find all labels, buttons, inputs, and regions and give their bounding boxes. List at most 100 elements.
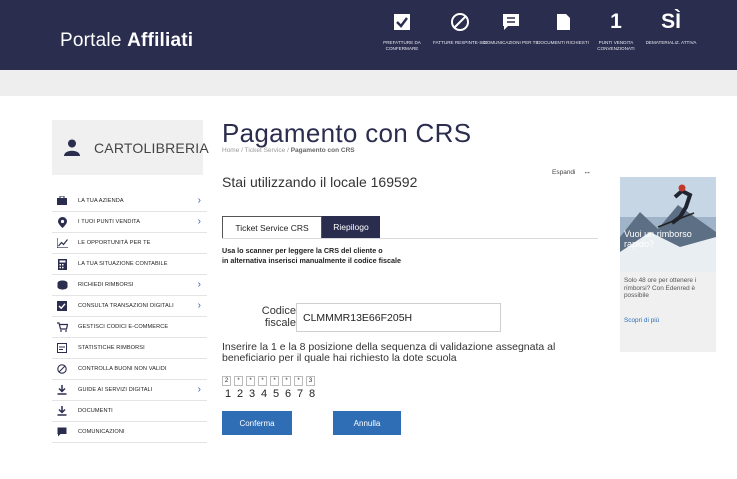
validation-digit-masked: * [246, 376, 255, 386]
top-header: Portale Affiliati PREFATTURE DA CONFERMA… [0, 0, 737, 70]
prohibited-icon [56, 363, 68, 375]
promo-overlay-text: Vuoi un rimborso rapido? [624, 229, 692, 249]
validation-digit-input[interactable]: 3 [306, 376, 315, 386]
instruction-line: Usa lo scanner per leggere la CRS del cl… [222, 246, 383, 255]
sidebar-item-comunicazioni[interactable]: COMUNICAZIONI [52, 422, 207, 443]
expand-toggle[interactable]: Espandi ↔ [552, 167, 591, 176]
page-title: Pagamento con CRS [222, 118, 472, 148]
promo-link[interactable]: Scopri di più [624, 317, 659, 324]
sidebar-item-label: GUIDE AI SERVIZI DIGITALI [78, 387, 153, 393]
coins-icon [56, 279, 68, 291]
skier-image [620, 177, 716, 272]
promo-body-text: Solo 48 ore per ottenere i rimborsi? Con… [624, 277, 697, 299]
nav-label: DEMATERIALIZ. ATTIVA [645, 40, 697, 45]
sidebar-item-la-tua-azienda[interactable]: LA TUA AZIENDA › [52, 191, 207, 212]
nav-label: COMUNICAZIONI PER TE [483, 40, 539, 45]
chevron-right-icon: › [197, 216, 201, 227]
briefcase-icon [56, 195, 68, 207]
sidebar-item-richiedi-rimborsi[interactable]: RICHIEDI RIMBORSI › [52, 275, 207, 296]
breadcrumb-separator: / [287, 147, 289, 154]
sidebar-item-documenti[interactable]: DOCUMENTI [52, 401, 207, 422]
sidebar-item-label: CONTROLLA BUONI NON VALIDI [78, 366, 167, 372]
download-icon [56, 405, 68, 417]
locale-info: Stai utilizzando il locale 169592 [222, 174, 418, 190]
breadcrumb-ticket-service[interactable]: Ticket Service [245, 147, 286, 154]
sidebar-item-opportunita[interactable]: LE OPPORTUNITÀ PER TE [52, 233, 207, 254]
sidebar-item-transazioni-digitali[interactable]: CONSULTA TRANSAZIONI DIGITALI › [52, 296, 207, 317]
nav-label: DOCUMENTI RICHIESTI [537, 40, 589, 45]
scanner-instruction: Usa lo scanner per leggere la CRS del cl… [222, 246, 401, 266]
confirm-button[interactable]: Conferma [222, 411, 292, 435]
message-icon [502, 8, 520, 36]
calculator-icon [56, 258, 68, 270]
validation-digit-masked: * [234, 376, 243, 386]
document-icon [556, 8, 571, 36]
check-square-icon [56, 300, 68, 312]
validation-digit-input[interactable]: 2 [222, 376, 231, 386]
sidebar-item-punti-vendita[interactable]: I TUOI PUNTI VENDITA › [52, 212, 207, 233]
nav-comunicazioni[interactable]: COMUNICAZIONI PER TE [481, 8, 541, 46]
position-number: 8 [308, 388, 316, 400]
cancel-button[interactable]: Annulla [333, 411, 401, 435]
account-name: CARTOLIBRERIA [94, 139, 209, 156]
stats-icon [56, 342, 68, 354]
sidebar-item-label: STATISTICHE RIMBORSI [78, 345, 145, 351]
breadcrumb-home[interactable]: Home [222, 147, 239, 154]
codice-label-line: fiscale [264, 317, 296, 329]
sidebar-item-label: GESTISCI CODICI E-COMMERCE [78, 324, 169, 330]
position-number: 6 [284, 388, 292, 400]
sidebar-item-statistiche-rimborsi[interactable]: STATISTICHE RIMBORSI [52, 338, 207, 359]
position-number: 5 [272, 388, 280, 400]
nav-prefatture[interactable]: PREFATTURE DA CONFERMARE [372, 8, 432, 52]
sidebar-item-label: RICHIEDI RIMBORSI [78, 282, 134, 288]
sidebar-item-label: LA TUA AZIENDA [78, 198, 124, 204]
position-number: 7 [296, 388, 304, 400]
promo-card[interactable]: Vuoi un rimborso rapido? Solo 48 ore per… [620, 177, 716, 352]
sidebar-item-guide-servizi[interactable]: GUIDE AI SERVIZI DIGITALI › [52, 380, 207, 401]
position-number: 3 [248, 388, 256, 400]
validation-digit-masked: * [294, 376, 303, 386]
message-icon [56, 426, 68, 438]
sub-header-bar [0, 70, 737, 96]
location-pin-icon [56, 216, 68, 228]
codice-label-line: Codice [261, 305, 296, 317]
codice-fiscale-label: Codice fiscale [250, 305, 296, 329]
dematerializ-status: SÌ [661, 10, 681, 33]
user-icon [64, 139, 80, 156]
tab-riepilogo[interactable]: Riepilogo [322, 216, 380, 238]
account-card[interactable]: CARTOLIBRERIA [52, 120, 209, 175]
punti-vendita-count: 1 [610, 10, 622, 33]
nav-label: PREFATTURE DA CONFERMARE [383, 40, 421, 51]
sidebar-item-label: LA TUA SITUAZIONE CONTABILE [78, 261, 168, 267]
trend-chart-icon [56, 237, 68, 249]
instruction-line: in alternativa inserisci manualmente il … [222, 256, 401, 265]
position-number: 2 [236, 388, 244, 400]
breadcrumb-separator: / [241, 147, 243, 154]
validation-instruction: Inserire la 1 e la 8 posizione della seq… [222, 341, 556, 364]
expand-label: Espandi [552, 169, 576, 176]
sidebar-item-buoni-non-validi[interactable]: CONTROLLA BUONI NON VALIDI [52, 359, 207, 380]
nav-punti-vendita[interactable]: 1 PUNTI VENDITA CONVENZIONATI [586, 8, 646, 52]
sidebar-menu: LA TUA AZIENDA › I TUOI PUNTI VENDITA › … [52, 191, 207, 443]
nav-documenti[interactable]: DOCUMENTI RICHIESTI [533, 8, 593, 46]
validation-positions: 1 2 3 4 5 6 7 8 [222, 388, 318, 400]
chevron-right-icon: › [197, 195, 201, 206]
brand-logo[interactable]: Portale Affiliati [60, 30, 193, 52]
breadcrumb-current: Pagamento con CRS [290, 147, 355, 154]
chevron-right-icon: › [197, 279, 201, 290]
nav-label: PUNTI VENDITA CONVENZIONATI [597, 40, 635, 51]
brand-light: Portale [60, 30, 122, 51]
validation-code-boxes: 2 * * * * * * 3 [222, 376, 318, 386]
codice-fiscale-input[interactable]: CLMMMR13E66F205H [296, 303, 501, 332]
download-icon [56, 384, 68, 396]
position-number: 1 [224, 388, 232, 400]
breadcrumb: Home / Ticket Service / Pagamento con CR… [222, 147, 355, 154]
chevron-right-icon: › [197, 384, 201, 395]
sidebar-item-codici-ecommerce[interactable]: GESTISCI CODICI E-COMMERCE [52, 317, 207, 338]
sidebar-item-label: I TUOI PUNTI VENDITA [78, 219, 141, 225]
nav-label: FATTURE RESPINTE-SDI [432, 40, 488, 45]
sidebar-item-situazione-contabile[interactable]: LA TUA SITUAZIONE CONTABILE [52, 254, 207, 275]
validation-digit-masked: * [270, 376, 279, 386]
tab-ticket-service-crs[interactable]: Ticket Service CRS [222, 216, 322, 238]
nav-dematerializ[interactable]: SÌ DEMATERIALIZ. ATTIVA [641, 8, 701, 46]
